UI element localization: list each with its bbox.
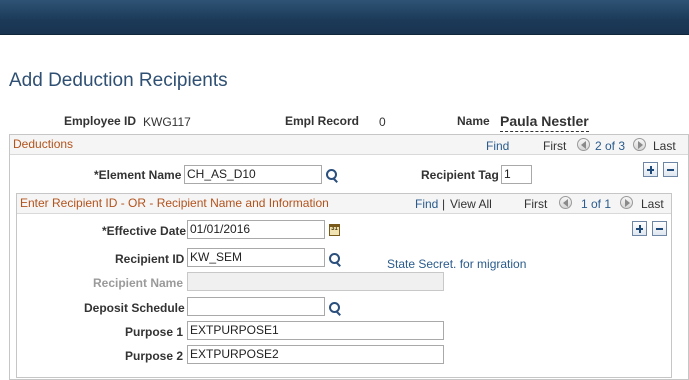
deductions-add-row-plus-icon[interactable]	[643, 162, 658, 177]
page-title: Add Deduction Recipients	[9, 70, 228, 91]
recipient-last-link[interactable]: Last	[641, 197, 664, 211]
deductions-header: Deductions	[13, 137, 74, 151]
element-name-lookup-icon[interactable]	[325, 168, 339, 182]
effective-date-label: *Effective Date	[102, 224, 187, 238]
recipient-id-input[interactable]: KW_SEM	[187, 248, 325, 267]
recipient-tag-label: Recipient Tag	[421, 168, 499, 182]
recipient-header: Enter Recipient ID - OR - Recipient Name…	[20, 196, 329, 210]
calendar-icon[interactable]: 31	[329, 224, 340, 236]
deductions-page-info: 2 of 3	[595, 139, 626, 153]
deductions-first-link[interactable]: First	[543, 139, 566, 153]
purpose1-input[interactable]: EXTPURPOSE1	[187, 321, 444, 340]
purpose2-input[interactable]: EXTPURPOSE2	[187, 345, 444, 364]
recipient-name-input	[187, 272, 444, 291]
recipient-add-row-plus-icon[interactable]	[632, 221, 647, 236]
empl-record-label: Empl Record	[285, 114, 360, 128]
effective-date-input[interactable]: 01/01/2016	[187, 220, 325, 239]
deductions-next-arrow-icon[interactable]	[633, 138, 646, 151]
recipient-prev-arrow-icon[interactable]	[559, 196, 572, 209]
deductions-delete-row-minus-icon[interactable]	[663, 162, 678, 177]
deposit-schedule-input[interactable]	[187, 297, 325, 316]
recipient-first-link[interactable]: First	[524, 197, 547, 211]
deposit-schedule-lookup-icon[interactable]	[328, 301, 342, 315]
deductions-prev-arrow-icon[interactable]	[577, 138, 590, 151]
element-name-label: *Element Name	[94, 168, 182, 182]
name-label: Name	[457, 114, 490, 128]
recipient-id-label: Recipient ID	[115, 252, 185, 266]
purpose1-label: Purpose 1	[125, 325, 184, 339]
top-banner	[0, 0, 689, 35]
recipient-id-lookup-icon[interactable]	[328, 252, 342, 266]
recipient-nav-separator: |	[442, 197, 446, 211]
recipient-id-description: State Secret. for migration	[387, 257, 527, 271]
element-name-input[interactable]: CH_AS_D10	[184, 165, 322, 184]
recipient-view-all-link[interactable]: View All	[450, 197, 492, 211]
recipient-page-info: 1 of 1	[581, 197, 612, 211]
empl-record-value: 0	[379, 115, 386, 129]
employee-id-value: KWG117	[143, 115, 191, 129]
deposit-schedule-label: Deposit Schedule	[84, 301, 185, 315]
purpose2-label: Purpose 2	[125, 349, 184, 363]
recipient-next-arrow-icon[interactable]	[620, 196, 633, 209]
employee-id-label: Employee ID	[64, 114, 137, 128]
recipient-delete-row-minus-icon[interactable]	[652, 221, 667, 236]
recipient-tag-input[interactable]: 1	[501, 165, 532, 184]
employee-name[interactable]: Paula Nestler	[500, 113, 589, 132]
recipient-find-link[interactable]: Find	[415, 197, 438, 211]
deductions-find-link[interactable]: Find	[486, 139, 509, 153]
recipient-name-label: Recipient Name	[93, 276, 184, 290]
deductions-last-link[interactable]: Last	[653, 139, 676, 153]
